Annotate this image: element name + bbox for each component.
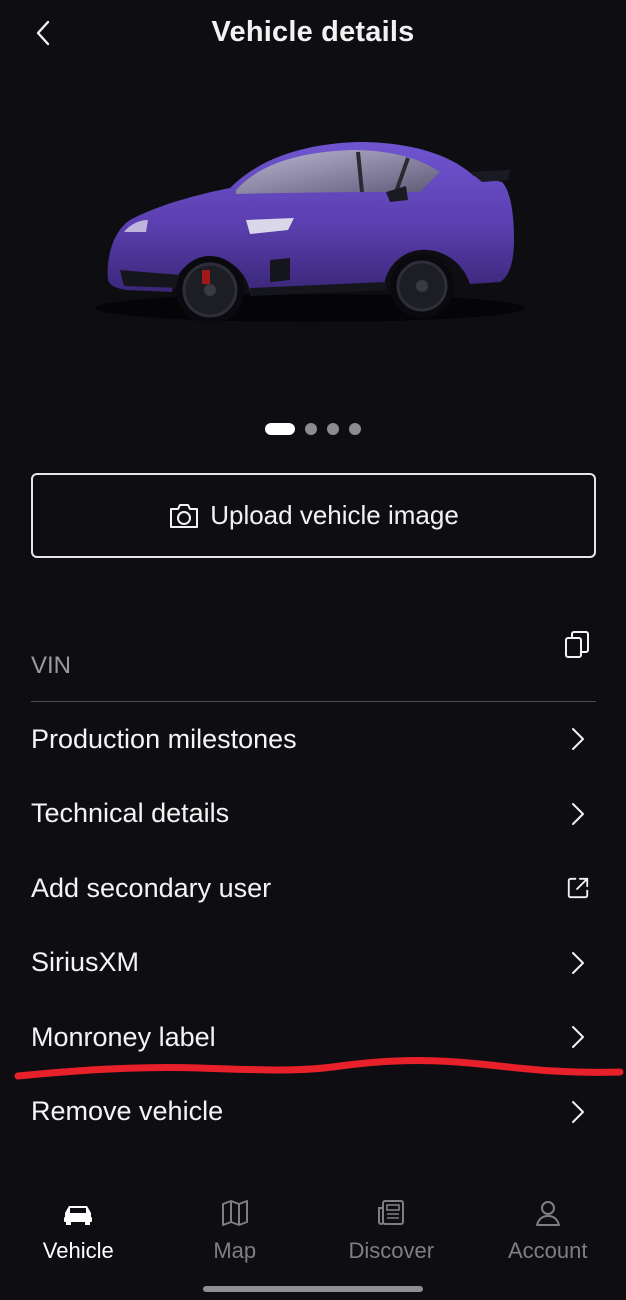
carousel-dot-1[interactable] [265,423,295,435]
tab-discover[interactable]: Discover [313,1190,470,1280]
copy-icon[interactable] [564,630,590,660]
tab-label: Account [508,1238,588,1263]
newspaper-icon [378,1200,405,1225]
menu-item-label: Remove vehicle [31,1096,224,1127]
vin-label: VIN [31,652,72,679]
upload-vehicle-image-button[interactable]: Upload vehicle image [31,473,596,558]
car-illustration [95,142,525,324]
tab-label: Vehicle [42,1238,114,1263]
menu-item-label: Add secondary user [31,872,272,903]
menu-item-siriusxm[interactable]: SiriusXM [31,926,596,1001]
vehicle-image[interactable] [90,120,530,330]
red-underline-annotation [14,1057,624,1080]
chevron-right-icon [572,802,584,825]
carousel-dots [0,423,626,435]
carousel-dot-4[interactable] [349,423,361,435]
carousel-dot-3[interactable] [327,423,339,435]
menu-item-add-secondary-user[interactable]: Add secondary user [31,851,596,926]
menu-item-technical-details[interactable]: Technical details [31,777,596,852]
map-icon [221,1200,248,1226]
tab-label: Map [213,1238,257,1263]
bottom-tab-bar: Vehicle Map Discover Account [0,1190,626,1280]
chevron-right-icon [572,1026,584,1049]
page-title: Vehicle details [211,16,415,48]
tab-vehicle[interactable]: Vehicle [0,1190,157,1280]
chevron-right-icon [572,728,584,751]
menu-item-label: Monroney label [31,1021,216,1052]
header: Vehicle details [0,0,626,70]
menu-item-label: SiriusXM [31,947,140,978]
vin-row: VIN [31,630,596,702]
menu-item-production-milestones[interactable]: Production milestones [31,702,596,777]
carousel-dot-2[interactable] [305,423,317,435]
tab-map[interactable]: Map [157,1190,314,1280]
external-link-icon [567,878,589,899]
menu-item-label: Production milestones [31,723,297,754]
upload-button-label: Upload vehicle image [210,500,459,530]
tab-label: Discover [348,1238,435,1263]
chevron-right-icon [572,951,584,974]
menu-item-label: Technical details [31,798,230,829]
tab-account[interactable]: Account [470,1190,626,1280]
car-icon [64,1206,93,1225]
chevron-right-icon [572,1100,584,1123]
person-icon [535,1201,560,1226]
home-indicator[interactable] [203,1286,423,1292]
camera-icon [170,503,199,528]
